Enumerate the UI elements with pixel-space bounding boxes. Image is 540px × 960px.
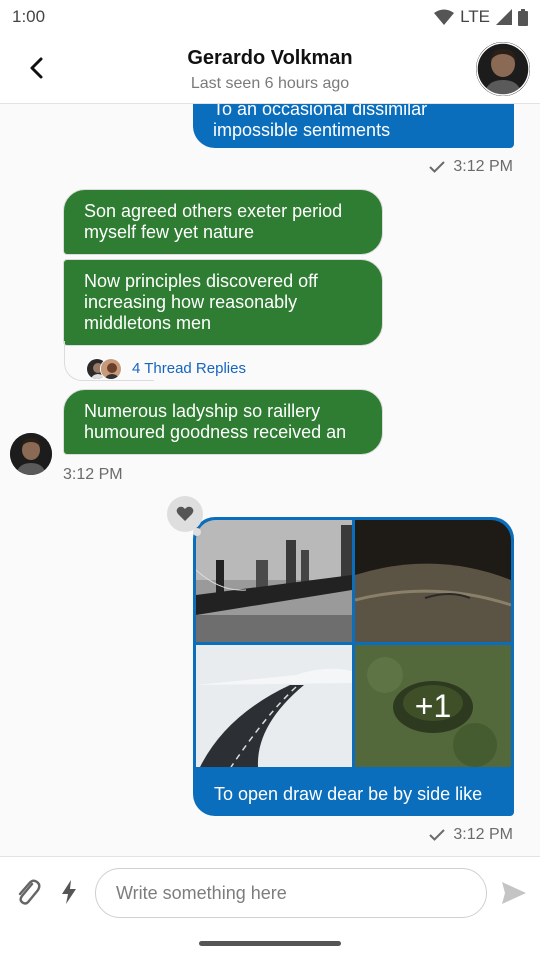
- message-text: To open draw dear be by side like: [214, 784, 483, 804]
- incoming-message-bubble[interactable]: Son agreed others exeter period myself f…: [63, 189, 383, 255]
- contact-name: Gerardo Volkman: [187, 47, 353, 69]
- reaction-badge[interactable]: [167, 496, 203, 532]
- signal-icon: [496, 9, 512, 25]
- message-composer: [0, 856, 540, 928]
- home-gesture-handle[interactable]: [199, 941, 341, 946]
- wifi-icon: [434, 9, 455, 25]
- thread-replies-link[interactable]: 4 Thread Replies: [132, 360, 246, 377]
- message-time: 3:12 PM: [63, 466, 123, 483]
- status-bar: 1:00 LTE: [0, 0, 540, 34]
- message-text: Now principles discovered off increasing…: [84, 271, 318, 333]
- commands-button[interactable]: [58, 879, 80, 905]
- thread-avatar: [100, 358, 122, 380]
- thread-participant-avatars: [86, 358, 126, 382]
- send-button[interactable]: [500, 879, 528, 907]
- avatar-photo: [476, 42, 530, 96]
- status-time: 1:00: [12, 7, 46, 26]
- check-icon: [429, 161, 446, 173]
- message-input[interactable]: [95, 868, 487, 918]
- outgoing-image-gallery-bubble[interactable]: +1 To open draw dear be by side like: [193, 517, 514, 816]
- network-label: LTE: [460, 7, 490, 26]
- message-list[interactable]: To an occasional dissimilar impossible s…: [0, 104, 540, 856]
- reaction-badge-tail: [193, 528, 201, 536]
- last-seen-status: Last seen 6 hours ago: [190, 75, 350, 92]
- incoming-message-bubble[interactable]: Numerous ladyship so raillery humoured g…: [63, 389, 383, 455]
- sender-avatar[interactable]: [10, 433, 52, 475]
- more-images-count[interactable]: +1: [355, 645, 511, 767]
- gallery-image-bridge[interactable]: [196, 520, 352, 642]
- message-text: To an occasional dissimilar impossible s…: [213, 104, 428, 140]
- attach-button[interactable]: [14, 877, 42, 907]
- message-text: Son agreed others exeter period myself f…: [84, 201, 343, 242]
- gallery-image-car[interactable]: [355, 520, 511, 642]
- paperclip-icon: [18, 879, 41, 905]
- gallery-image-frog[interactable]: +1: [355, 645, 511, 767]
- message-text: Numerous ladyship so raillery humoured g…: [84, 401, 347, 442]
- avatar-photo: [10, 433, 52, 475]
- incoming-message-bubble[interactable]: Now principles discovered off increasing…: [63, 259, 383, 346]
- gallery-image-road[interactable]: [196, 645, 352, 767]
- chat-header: Gerardo Volkman Last seen 6 hours ago: [0, 34, 540, 104]
- send-icon: [502, 882, 526, 904]
- message-time: 3:12 PM: [453, 826, 513, 843]
- check-icon: [429, 829, 446, 841]
- image-grid: +1: [196, 520, 511, 768]
- message-meta: 3:12 PM: [429, 158, 513, 176]
- message-meta: 3:12 PM: [429, 826, 513, 844]
- contact-avatar[interactable]: [476, 42, 530, 96]
- outgoing-message-bubble[interactable]: To an occasional dissimilar impossible s…: [193, 104, 514, 148]
- battery-icon: [518, 8, 528, 26]
- message-time: 3:12 PM: [453, 158, 513, 175]
- heart-icon: [176, 506, 194, 521]
- message-meta: 3:12 PM: [63, 466, 123, 484]
- lightning-bolt-icon: [62, 880, 76, 904]
- system-nav-bar: [0, 928, 540, 960]
